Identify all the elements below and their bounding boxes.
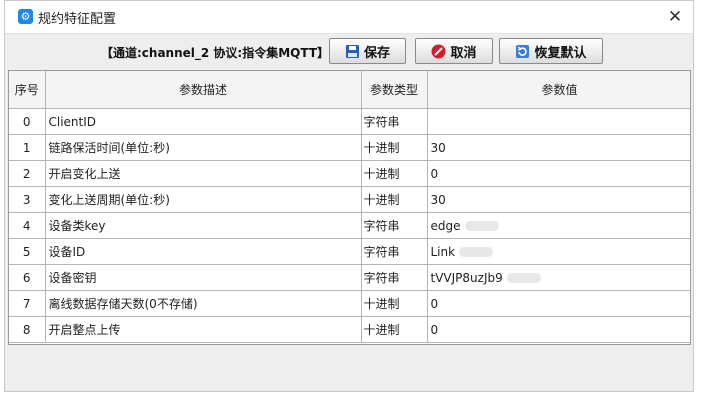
column-header-description[interactable]: 参数描述: [45, 71, 362, 109]
row-value: 30: [430, 140, 446, 155]
row-description: 链路保活时间(单位:秒): [45, 134, 362, 161]
row-value: 0: [430, 296, 439, 311]
table-row[interactable]: 4 设备类key 字符串 edge: [9, 212, 690, 239]
row-index: 7: [9, 290, 46, 317]
parameter-table: 序号 参数描述 参数类型 参数值 0 ClientID 字符串 1 链路保活时间…: [8, 70, 691, 345]
row-type: 字符串: [361, 108, 428, 135]
row-description: 开启整点上传: [45, 316, 362, 343]
row-description: 设备密钥: [45, 264, 362, 291]
title-bar: ⚙ 规约特征配置 ✕: [5, 1, 693, 34]
row-value-cell[interactable]: 0: [427, 290, 690, 317]
cancel-button-label: 取消: [450, 45, 477, 61]
row-value-cell[interactable]: Link: [427, 238, 690, 265]
row-value: 30: [430, 192, 446, 207]
row-description: 离线数据存储天数(0不存储): [45, 290, 362, 317]
redaction-blur: [506, 273, 541, 283]
table-row[interactable]: 7 离线数据存储天数(0不存储) 十进制 0: [9, 290, 690, 317]
row-value-cell[interactable]: [427, 108, 690, 135]
gear-icon: ⚙: [18, 9, 33, 24]
row-value-cell[interactable]: 30: [427, 186, 690, 213]
toolbar: 【通道:channel_2 协议:指令集MQTT】 保存 取消 恢复默认: [5, 34, 693, 70]
row-value-cell[interactable]: edge: [427, 212, 690, 239]
redaction-blur: [459, 247, 494, 257]
table-row[interactable]: 8 开启整点上传 十进制 0: [9, 316, 690, 343]
table-row[interactable]: 1 链路保活时间(单位:秒) 十进制 30: [9, 134, 690, 161]
config-dialog: ⚙ 规约特征配置 ✕ 【通道:channel_2 协议:指令集MQTT】 保存: [4, 0, 694, 392]
table-row[interactable]: 3 变化上送周期(单位:秒) 十进制 30: [9, 186, 690, 213]
window-title: 规约特征配置: [38, 12, 117, 27]
restore-icon: [515, 44, 530, 59]
row-value: Link: [430, 244, 456, 259]
row-type: 字符串: [361, 238, 428, 265]
row-type: 字符串: [361, 264, 428, 291]
row-value-cell[interactable]: 30: [427, 134, 690, 161]
row-value: 0: [430, 166, 439, 181]
save-button-label: 保存: [363, 45, 390, 61]
row-type: 十进制: [361, 160, 428, 187]
row-index: 4: [9, 212, 46, 239]
row-description: ClientID: [45, 108, 362, 135]
row-index: 6: [9, 264, 46, 291]
cancel-button[interactable]: 取消: [415, 38, 493, 64]
row-index: 3: [9, 186, 46, 213]
row-description: 设备类key: [45, 212, 362, 239]
dialog-footer-area: [8, 345, 691, 387]
reset-button-label: 恢复默认: [534, 45, 587, 61]
table-row[interactable]: 0 ClientID 字符串: [9, 108, 690, 135]
row-type: 十进制: [361, 290, 428, 317]
row-value-cell[interactable]: 0: [427, 316, 690, 343]
table-row[interactable]: 5 设备ID 字符串 Link: [9, 238, 690, 265]
column-header-value[interactable]: 参数值: [427, 71, 690, 109]
row-description: 开启变化上送: [45, 160, 362, 187]
table-row[interactable]: 6 设备密钥 字符串 tVVJP8uzJb9: [9, 264, 690, 291]
floppy-disk-icon: [345, 44, 360, 59]
row-description: 变化上送周期(单位:秒): [45, 186, 362, 213]
table-row[interactable]: 2 开启变化上送 十进制 0: [9, 160, 690, 187]
table-header-row: 序号 参数描述 参数类型 参数值: [9, 71, 690, 109]
row-type: 十进制: [361, 316, 428, 343]
row-value: tVVJP8uzJb9: [430, 270, 503, 285]
row-value-cell[interactable]: tVVJP8uzJb9: [427, 264, 690, 291]
redaction-blur: [464, 221, 499, 231]
row-value-cell[interactable]: 0: [427, 160, 690, 187]
close-button[interactable]: ✕: [665, 7, 685, 27]
row-type: 十进制: [361, 134, 428, 161]
row-index: 2: [9, 160, 46, 187]
column-header-type[interactable]: 参数类型: [361, 71, 428, 109]
row-index: 0: [9, 108, 46, 135]
row-description: 设备ID: [45, 238, 362, 265]
row-type: 十进制: [361, 186, 428, 213]
channel-info: 【通道:channel_2 协议:指令集MQTT】: [101, 46, 330, 60]
save-button[interactable]: 保存: [329, 38, 406, 64]
column-header-index[interactable]: 序号: [9, 71, 46, 109]
row-index: 8: [9, 316, 46, 343]
row-index: 1: [9, 134, 46, 161]
row-type: 字符串: [361, 212, 428, 239]
row-value: 0: [430, 322, 439, 337]
reset-default-button[interactable]: 恢复默认: [499, 38, 603, 64]
row-value: edge: [430, 218, 461, 233]
row-index: 5: [9, 238, 46, 265]
cancel-icon: [431, 44, 446, 59]
